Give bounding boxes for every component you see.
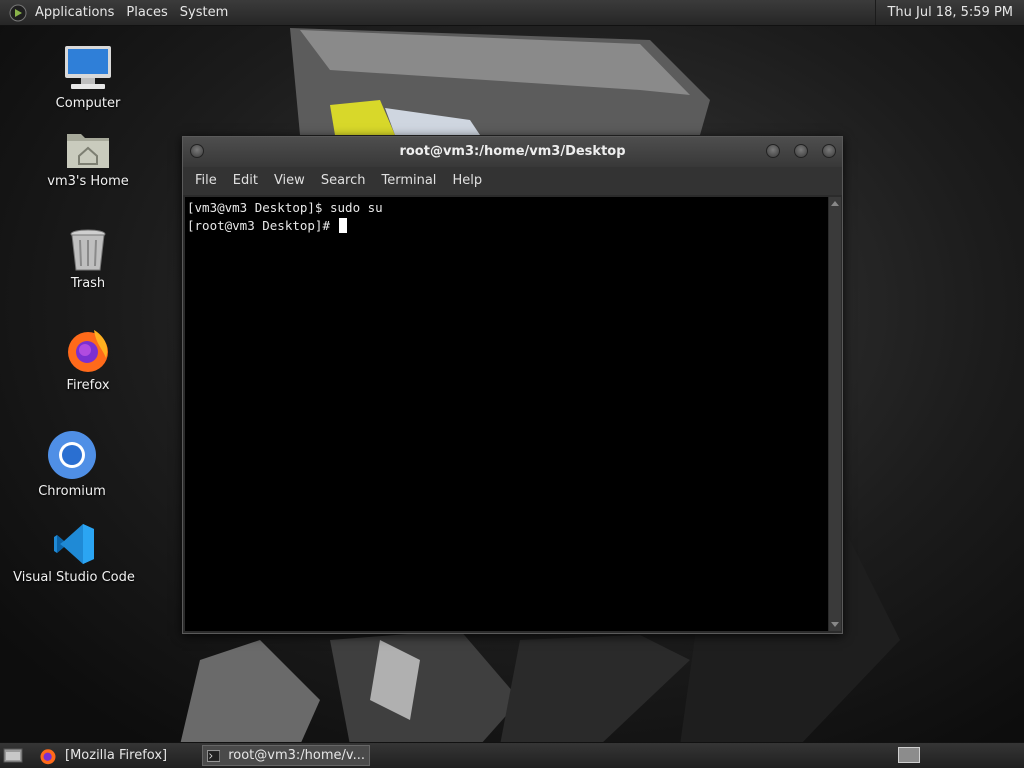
desktop-icon-label: vm3's Home <box>47 174 129 189</box>
scroll-up-arrow-icon[interactable] <box>831 201 839 206</box>
system-menu[interactable]: System <box>174 0 234 25</box>
desktop-icon-label: Visual Studio Code <box>13 570 135 585</box>
workspace-switcher-icon[interactable] <box>898 747 920 763</box>
close-button[interactable] <box>822 144 836 158</box>
menu-view[interactable]: View <box>266 167 313 195</box>
taskbar-item-firefox[interactable]: [Mozilla Firefox] <box>35 745 195 766</box>
desktop-icon-chromium[interactable]: Chromium <box>32 430 112 499</box>
bottom-panel: [Mozilla Firefox] root@vm3:/home/v... <box>0 742 1024 768</box>
menu-search[interactable]: Search <box>313 167 374 195</box>
places-menu[interactable]: Places <box>120 0 173 25</box>
terminal-output[interactable]: [vm3@vm3 Desktop]$ sudo su [root@vm3 Des… <box>185 197 828 631</box>
desktop-icon-computer[interactable]: Computer <box>48 44 128 111</box>
terminal-line: [vm3@vm3 Desktop]$ sudo su <box>187 200 383 215</box>
desktop-icon-trash[interactable]: Trash <box>48 228 128 291</box>
terminal-window[interactable]: root@vm3:/home/vm3/Desktop File Edit Vie… <box>182 136 843 634</box>
taskbar-item-label: root@vm3:/home/v... <box>228 748 365 763</box>
menu-terminal[interactable]: Terminal <box>373 167 444 195</box>
firefox-icon <box>68 330 108 372</box>
terminal-menubar: File Edit View Search Terminal Help <box>183 167 842 195</box>
home-folder-icon <box>67 134 109 168</box>
desktop-icon-label: Trash <box>70 276 106 291</box>
desktop-icon-vscode[interactable]: Visual Studio Code <box>12 522 136 585</box>
maximize-button[interactable] <box>794 144 808 158</box>
terminal-icon <box>207 749 221 762</box>
show-desktop-icon[interactable] <box>3 747 23 764</box>
applications-menu[interactable]: Applications <box>29 0 120 25</box>
terminal-prompt: [root@vm3 Desktop]# <box>187 218 338 233</box>
taskbar-item-label: [Mozilla Firefox] <box>65 748 168 763</box>
terminal-scrollbar[interactable] <box>829 197 841 631</box>
desktop-icon-label: Computer <box>55 96 121 111</box>
desktop-icon-label: Chromium <box>38 484 106 499</box>
window-title: root@vm3:/home/vm3/Desktop <box>399 144 626 159</box>
desktop-icon-label: Firefox <box>66 378 110 393</box>
chromium-icon <box>48 431 96 479</box>
scroll-down-arrow-icon[interactable] <box>831 622 839 627</box>
text-cursor <box>338 218 347 233</box>
terminal-prompt-line: [root@vm3 Desktop]# <box>187 217 826 235</box>
clock[interactable]: Thu Jul 18, 5:59 PM <box>875 0 1024 25</box>
computer-icon <box>65 46 111 89</box>
minimize-button[interactable] <box>766 144 780 158</box>
firefox-icon <box>40 748 56 764</box>
trash-icon <box>70 229 106 271</box>
menu-help[interactable]: Help <box>444 167 490 195</box>
desktop-icon-firefox[interactable]: Firefox <box>48 326 128 393</box>
taskbar-item-terminal[interactable]: root@vm3:/home/v... <box>202 745 370 766</box>
window-titlebar[interactable]: root@vm3:/home/vm3/Desktop <box>183 137 842 167</box>
menu-edit[interactable]: Edit <box>225 167 266 195</box>
menu-file[interactable]: File <box>187 167 225 195</box>
top-panel: Applications Places System Thu Jul 18, 5… <box>0 0 1024 26</box>
vscode-icon <box>54 524 94 564</box>
desktop-icon-home[interactable]: vm3's Home <box>43 128 133 189</box>
gnome-foot-icon[interactable] <box>9 4 27 22</box>
